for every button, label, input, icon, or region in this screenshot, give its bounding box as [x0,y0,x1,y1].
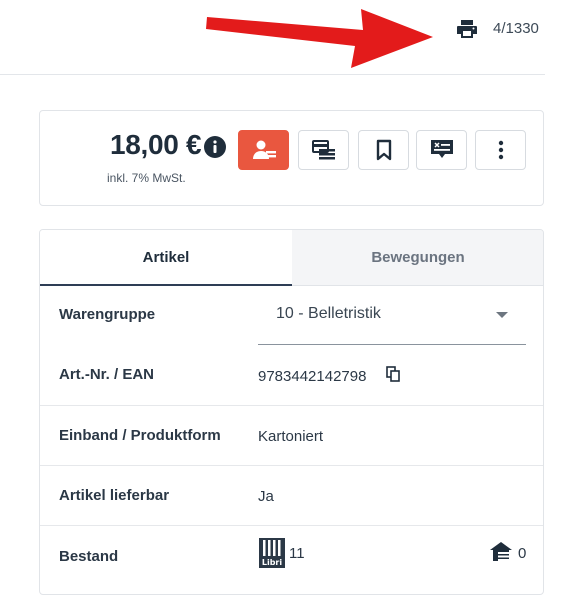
row-warengruppe: Warengruppe 10 - Belletristik [40,285,543,345]
warengruppe-value: 10 - Belletristik [276,305,381,322]
bookmark-icon [376,139,391,161]
cash-register-icon [311,140,335,160]
red-arrow-icon [206,9,433,68]
cash-register-button[interactable] [298,130,349,170]
vat-note: inkl. 7% MwSt. [107,171,186,185]
libri-stock-value: 11 [289,545,305,562]
tab-bar: Artikel Bewegungen [40,230,543,286]
lieferbar-value: Ja [258,488,274,505]
copy-icon[interactable] [386,366,400,382]
customer-order-icon [252,140,276,159]
more-vertical-icon [498,140,503,160]
tab-artikel[interactable]: Artikel [40,230,292,286]
einband-label: Einband / Produktform [59,427,221,444]
warengruppe-label: Warengruppe [59,306,156,323]
price-card: 18,00 € inkl. 7% MwSt. [39,110,544,206]
price: 18,00 € [110,129,202,160]
warengruppe-select[interactable]: 10 - Belletristik [258,285,526,345]
article-details-card: Artikel Bewegungen Warengruppe 10 - Bell… [39,229,544,595]
printer-icon[interactable] [455,17,479,41]
more-options-button[interactable] [475,130,526,170]
item-counter: 4/1330 [493,20,539,37]
bookmark-button[interactable] [358,130,409,170]
row-ean: Art.-Nr. / EAN 9783442142798 [40,345,543,406]
book-list-button[interactable] [416,130,467,170]
bestand-label: Bestand [59,548,119,565]
top-bar: 4/1330 [0,0,545,75]
tab-bewegungen[interactable]: Bewegungen [292,230,543,285]
chevron-down-icon [496,312,508,318]
store-stock-icon [490,542,512,561]
row-bestand: Bestand Libri 11 0 [40,525,543,594]
einband-value: Kartoniert [258,428,324,445]
libri-logo-icon: Libri [259,538,285,568]
row-einband: Einband / Produktform Kartoniert [40,405,543,466]
lieferbar-label: Artikel lieferbar [59,487,170,504]
libri-logo-text: Libri [262,558,283,567]
row-lieferbar: Artikel lieferbar Ja [40,465,543,526]
info-icon[interactable] [204,136,226,158]
customer-order-button[interactable] [238,130,289,170]
book-list-icon [430,140,453,158]
ean-value: 9783442142798 [258,368,367,385]
ean-label: Art.-Nr. / EAN [59,366,155,383]
store-stock-value: 0 [518,545,527,562]
